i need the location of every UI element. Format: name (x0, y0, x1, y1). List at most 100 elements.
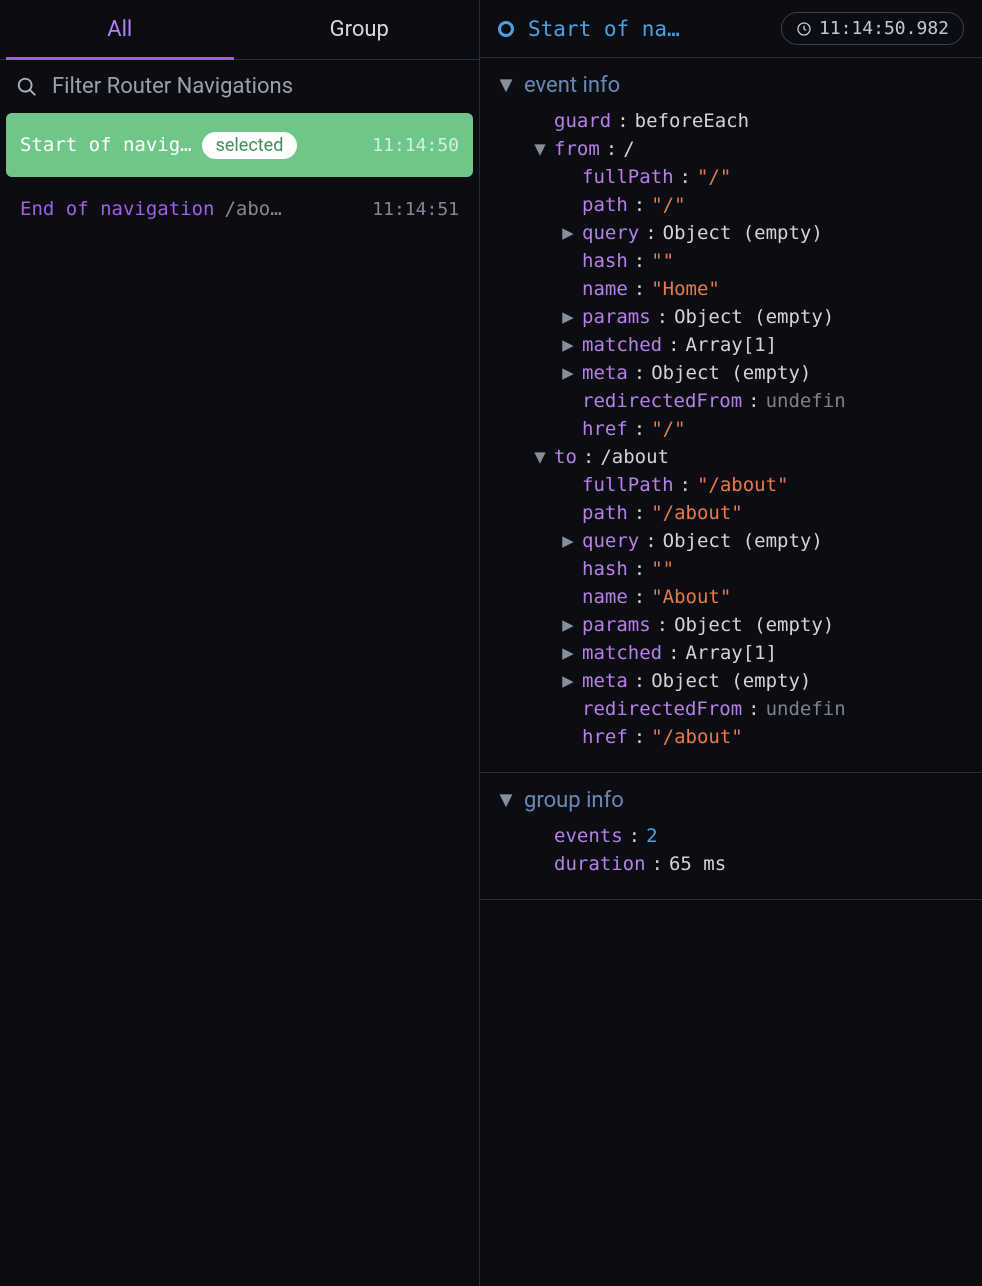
value: "/" (697, 166, 731, 188)
nav-item[interactable]: Start of navig… selected 11:14:50 (6, 113, 473, 177)
value: Object (empty) (651, 362, 811, 384)
value: beforeEach (635, 110, 749, 132)
key: href (582, 726, 628, 748)
key: hash (582, 250, 628, 272)
prop-matched[interactable]: ▶matched: Array[1] (560, 642, 964, 664)
prop-meta[interactable]: ▶meta: Object (empty) (560, 670, 964, 692)
key: fullPath (582, 166, 674, 188)
nav-item-path: /abo… (224, 198, 281, 220)
value: "About" (651, 586, 731, 608)
time-pill: 11:14:50.982 (781, 12, 964, 45)
prop-query[interactable]: ▶query: Object (empty) (560, 530, 964, 552)
caret-right-icon[interactable]: ▶ (560, 642, 576, 664)
detail-header: Start of na… 11:14:50.982 (480, 0, 982, 58)
prop-hash[interactable]: hash: "" (560, 250, 964, 272)
value: "/about" (651, 726, 743, 748)
prop-redirectedfrom[interactable]: redirectedFrom: undefin (560, 698, 964, 720)
left-pane: All Group Start of navig… selected 11:14… (0, 0, 480, 1286)
filter-input[interactable] (52, 74, 463, 99)
key: from (554, 138, 600, 160)
caret-right-icon[interactable]: ▶ (560, 334, 576, 356)
search-icon (16, 76, 38, 98)
key: fullPath (582, 474, 674, 496)
value: "/about" (697, 474, 789, 496)
key: redirectedFrom (582, 390, 742, 412)
caret-down-icon: ▼ (498, 72, 514, 98)
key: path (582, 502, 628, 524)
right-pane: Start of na… 11:14:50.982 ▼ event info g… (480, 0, 982, 1286)
tab-all[interactable]: All (0, 0, 240, 59)
prop-href[interactable]: href: "/" (560, 418, 964, 440)
value: Array[1] (686, 642, 778, 664)
key: path (582, 194, 628, 216)
value: "/about" (651, 502, 743, 524)
prop-href[interactable]: href: "/about" (560, 726, 964, 748)
value: Object (empty) (674, 306, 834, 328)
value: Object (empty) (663, 530, 823, 552)
prop-name[interactable]: name: "About" (560, 586, 964, 608)
value: Array[1] (686, 334, 778, 356)
value: undefin (766, 698, 846, 720)
value: /about (600, 446, 669, 468)
prop-fullpath[interactable]: fullPath: "/" (560, 166, 964, 188)
caret-right-icon[interactable]: ▶ (560, 530, 576, 552)
prop-hash[interactable]: hash: "" (560, 558, 964, 580)
key: guard (554, 110, 611, 132)
value: / (623, 138, 634, 160)
caret-right-icon[interactable]: ▶ (560, 306, 576, 328)
event-info-header[interactable]: ▼ event info (498, 72, 964, 98)
key: matched (582, 334, 662, 356)
group-info-section: ▼ group info events: 2 duration: 65 ms (480, 773, 982, 900)
caret-right-icon[interactable]: ▶ (560, 670, 576, 692)
value: "" (651, 250, 674, 272)
key: meta (582, 670, 628, 692)
prop-params[interactable]: ▶params: Object (empty) (560, 306, 964, 328)
section-label: event info (524, 73, 620, 98)
prop-params[interactable]: ▶params: Object (empty) (560, 614, 964, 636)
tab-group[interactable]: Group (240, 0, 480, 59)
prop-path[interactable]: path: "/about" (560, 502, 964, 524)
nav-item[interactable]: End of navigation /abo… 11:14:51 (6, 177, 473, 241)
prop-events[interactable]: events: 2 (532, 825, 964, 847)
key: redirectedFrom (582, 698, 742, 720)
prop-guard[interactable]: guard: beforeEach (532, 110, 964, 132)
value: undefin (766, 390, 846, 412)
key: params (582, 306, 651, 328)
prop-duration[interactable]: duration: 65 ms (532, 853, 964, 875)
caret-down-icon[interactable]: ▼ (532, 138, 548, 160)
value: 2 (646, 825, 657, 847)
value: "Home" (651, 278, 720, 300)
detail-title: Start of na… (528, 17, 767, 41)
prop-path[interactable]: path: "/" (560, 194, 964, 216)
value: "/" (651, 194, 685, 216)
prop-meta[interactable]: ▶meta: Object (empty) (560, 362, 964, 384)
prop-matched[interactable]: ▶matched: Array[1] (560, 334, 964, 356)
prop-redirectedfrom[interactable]: redirectedFrom: undefin (560, 390, 964, 412)
caret-down-icon[interactable]: ▼ (532, 446, 548, 468)
key: hash (582, 558, 628, 580)
value: "" (651, 558, 674, 580)
key: meta (582, 362, 628, 384)
caret-right-icon[interactable]: ▶ (560, 362, 576, 384)
event-info-section: ▼ event info guard: beforeEach ▼ from: /… (480, 58, 982, 773)
caret-right-icon[interactable]: ▶ (560, 614, 576, 636)
value: "/" (651, 418, 685, 440)
prop-from[interactable]: ▼ from: / fullPath: "/" path: "/" ▶query… (532, 138, 964, 440)
nav-item-title: Start of navig… (20, 134, 192, 156)
key: name (582, 278, 628, 300)
caret-right-icon[interactable]: ▶ (560, 222, 576, 244)
key: to (554, 446, 577, 468)
prop-to[interactable]: ▼ to: /about fullPath: "/about" path: "/… (532, 446, 964, 748)
group-info-tree: events: 2 duration: 65 ms (498, 825, 964, 875)
time-value: 11:14:50.982 (819, 18, 949, 39)
prop-fullpath[interactable]: fullPath: "/about" (560, 474, 964, 496)
prop-name[interactable]: name: "Home" (560, 278, 964, 300)
event-info-tree: guard: beforeEach ▼ from: / fullPath: "/… (498, 110, 964, 748)
key: duration (554, 853, 646, 875)
prop-query[interactable]: ▶query: Object (empty) (560, 222, 964, 244)
clock-icon (796, 21, 812, 37)
key: events (554, 825, 623, 847)
selected-badge: selected (202, 132, 298, 159)
nav-item-time: 11:14:50 (372, 135, 459, 156)
group-info-header[interactable]: ▼ group info (498, 787, 964, 813)
